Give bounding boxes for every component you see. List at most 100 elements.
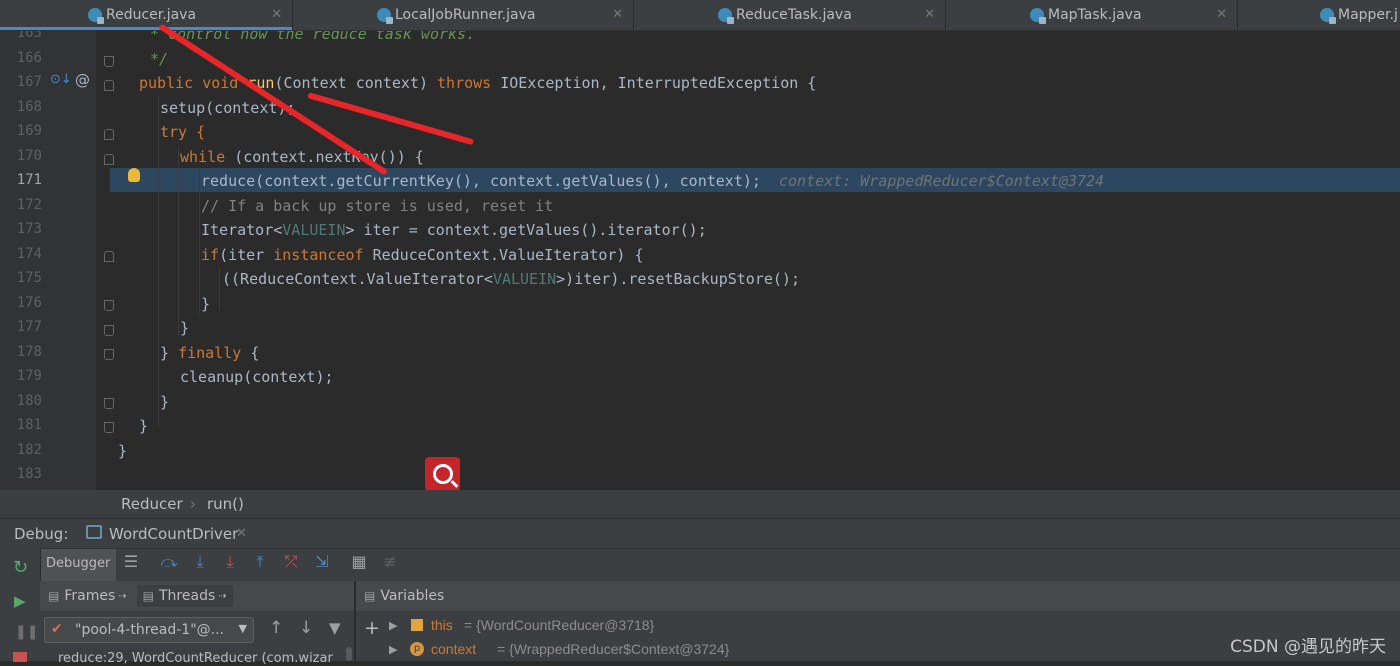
variable-value: = {WrappedReducer$Context@3724} bbox=[497, 641, 730, 657]
variable-name[interactable]: this bbox=[431, 617, 453, 633]
code-line-172: // If a back up store is used, reset it bbox=[201, 197, 554, 215]
debug-session-tab[interactable]: WordCountDriver bbox=[109, 525, 238, 543]
run-config-icon bbox=[86, 525, 102, 539]
fold-marker-icon[interactable] bbox=[104, 251, 114, 262]
frames-panel: ✔ "pool-4-thread-1"@... ▼ ↑ ↓ ▼ reduce:2… bbox=[40, 611, 354, 666]
line-number: 176 bbox=[16, 295, 42, 311]
force-step-into-icon[interactable]: ⤓ bbox=[221, 553, 239, 571]
pin-icon[interactable]: ⇢ bbox=[218, 591, 226, 602]
watermark: CSDN @遇见的昨天 bbox=[1230, 637, 1386, 657]
field-list-icon bbox=[411, 619, 423, 631]
line-number: 178 bbox=[16, 344, 42, 360]
frames-tab[interactable]: Frames bbox=[64, 588, 115, 604]
rerun-icon[interactable]: ↻ bbox=[13, 557, 28, 578]
debug-actions-strip: ↻ ▶ ❚❚ bbox=[0, 548, 41, 662]
indent-guide bbox=[158, 96, 159, 426]
code-line-182: } bbox=[118, 442, 128, 460]
arrow-down-icon[interactable]: ↓ bbox=[299, 618, 313, 638]
close-icon[interactable]: ✕ bbox=[1216, 7, 1227, 22]
lightbulb-icon[interactable] bbox=[128, 168, 140, 182]
fold-marker-icon[interactable] bbox=[104, 398, 114, 409]
variables-panel-header: ▤ Variables bbox=[356, 581, 1400, 611]
arrow-up-icon[interactable]: ↑ bbox=[269, 618, 283, 638]
close-icon[interactable]: ✕ bbox=[236, 526, 247, 541]
code-line-169: try { bbox=[160, 123, 206, 141]
line-number: 165 bbox=[16, 31, 42, 41]
pause-icon[interactable]: ❚❚ bbox=[15, 624, 38, 640]
tab-reducetask-java[interactable]: ReduceTask.java ✕ bbox=[634, 0, 946, 30]
search-badge-button[interactable] bbox=[425, 457, 460, 491]
fold-marker-icon[interactable] bbox=[104, 349, 114, 360]
fold-marker-icon[interactable] bbox=[104, 325, 114, 336]
line-number: 177 bbox=[16, 319, 42, 335]
tab-label: Mapper.j bbox=[1338, 7, 1398, 23]
breadcrumb-item-method[interactable]: run() bbox=[207, 495, 244, 513]
debugger-tab[interactable]: Debugger bbox=[40, 549, 116, 581]
line-number: 173 bbox=[16, 221, 42, 237]
threads-tab[interactable]: ▤ Threads ⇢ bbox=[136, 585, 233, 607]
inline-debug-value: context: WrappedReducer$Context@3724 bbox=[778, 172, 1105, 190]
step-over-icon[interactable]: ⤼ bbox=[160, 553, 178, 571]
debugger-toolbar: Debugger bbox=[0, 548, 1400, 581]
chevron-down-icon: ▼ bbox=[238, 622, 247, 635]
tab-label: ReduceTask.java bbox=[736, 7, 852, 23]
tab-label: MapTask.java bbox=[1048, 7, 1142, 23]
line-number: 167 bbox=[16, 74, 42, 90]
code-line-180: } bbox=[160, 393, 170, 411]
drop-frame-icon[interactable]: ⤱ bbox=[282, 553, 300, 571]
evaluate-expression-icon[interactable]: ▦ bbox=[350, 553, 368, 571]
code-line-166: */ bbox=[150, 50, 169, 68]
code-line-165: * control how the reduce task works. bbox=[150, 31, 476, 43]
close-icon[interactable]: ✕ bbox=[271, 7, 282, 22]
indent-guide bbox=[178, 145, 179, 335]
fold-marker-icon[interactable] bbox=[104, 422, 114, 433]
add-watch-icon[interactable]: + bbox=[364, 617, 380, 639]
close-icon[interactable]: ✕ bbox=[612, 7, 623, 22]
filter-icon[interactable]: ▼ bbox=[329, 619, 341, 637]
code-line-176: } bbox=[201, 295, 211, 313]
tab-maptask-java[interactable]: MapTask.java ✕ bbox=[946, 0, 1238, 30]
trace-icon[interactable]: ≢ bbox=[381, 553, 399, 571]
fold-marker-icon[interactable] bbox=[104, 154, 114, 165]
line-number: 180 bbox=[16, 393, 42, 409]
line-number: 174 bbox=[16, 246, 42, 262]
override-icon[interactable]: ⊙↓ bbox=[50, 72, 72, 87]
expand-arrow-icon[interactable]: ▶ bbox=[389, 643, 397, 656]
resume-icon[interactable]: ▶ bbox=[14, 592, 26, 610]
run-to-cursor-icon[interactable]: ⇲ bbox=[313, 553, 331, 571]
java-class-icon bbox=[88, 8, 104, 24]
threads-icon: ▤ bbox=[142, 589, 154, 603]
code-line-177: } bbox=[180, 319, 190, 337]
line-number: 170 bbox=[16, 148, 42, 164]
fold-marker-icon[interactable] bbox=[104, 80, 114, 91]
variable-name[interactable]: context bbox=[431, 641, 476, 657]
step-out-icon[interactable]: ⤒ bbox=[251, 553, 269, 571]
fold-marker-icon[interactable] bbox=[104, 56, 114, 67]
code-line-179: cleanup(context); bbox=[180, 368, 334, 386]
magnifier-icon bbox=[432, 464, 453, 484]
indent-guide bbox=[199, 169, 200, 314]
fold-marker-icon[interactable] bbox=[104, 300, 114, 311]
java-class-icon bbox=[1030, 8, 1046, 24]
parameter-icon: p bbox=[410, 642, 424, 656]
line-number: 179 bbox=[16, 368, 42, 384]
code-editor[interactable]: 165 166 167 168 169 170 171 172 173 174 … bbox=[0, 31, 1400, 490]
tab-reducer-java[interactable]: Reducer.java ✕ bbox=[0, 0, 293, 30]
frame-item[interactable]: reduce:29, WordCountReducer (com.wizar bbox=[58, 651, 344, 666]
debug-toolwindow-header: Debug: WordCountDriver ✕ bbox=[0, 518, 1400, 549]
thread-select[interactable]: ✔ "pool-4-thread-1"@... ▼ bbox=[44, 617, 254, 643]
java-class-icon bbox=[718, 8, 734, 24]
code-line-170: while (context.nextKey()) { bbox=[180, 148, 424, 166]
console-menu-icon[interactable]: ☰ bbox=[122, 553, 140, 571]
step-into-icon[interactable]: ⤓ bbox=[191, 553, 209, 571]
scrollbar[interactable] bbox=[346, 647, 352, 661]
close-icon[interactable]: ✕ bbox=[924, 7, 935, 22]
pin-icon[interactable]: ⇢ bbox=[118, 591, 126, 602]
tab-localjobrunner-java[interactable]: LocalJobRunner.java ✕ bbox=[293, 0, 634, 30]
expand-arrow-icon[interactable]: ▶ bbox=[389, 619, 397, 632]
line-number: 183 bbox=[16, 466, 42, 482]
fold-marker-icon[interactable] bbox=[104, 129, 114, 140]
tab-mapper-java[interactable]: Mapper.j bbox=[1238, 0, 1400, 30]
breadcrumb-item-class[interactable]: Reducer bbox=[121, 495, 183, 513]
line-number: 172 bbox=[16, 197, 42, 213]
